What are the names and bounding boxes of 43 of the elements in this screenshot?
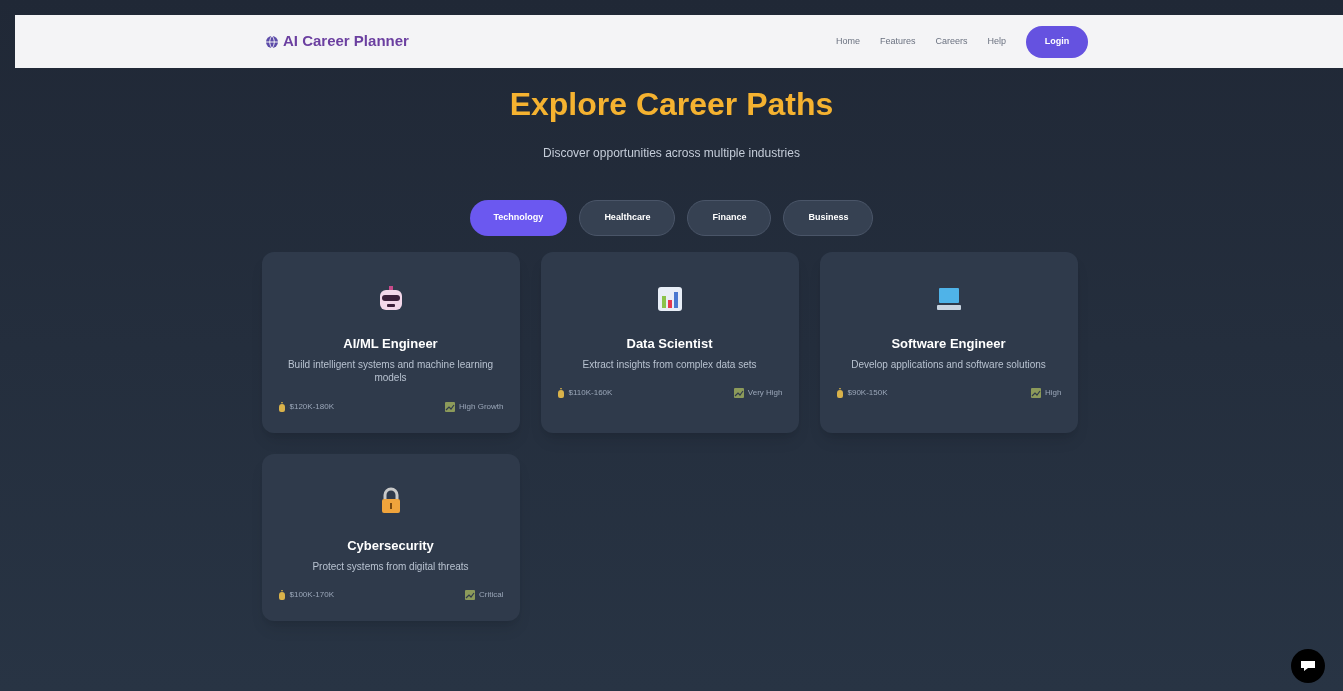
career-description: Extract insights from complex data sets bbox=[582, 357, 757, 372]
career-card[interactable]: Software Engineer Develop applications and software solutions $90K-150K High bbox=[819, 252, 1078, 433]
money-bag-icon bbox=[835, 388, 844, 399]
trend-chart-icon bbox=[445, 402, 456, 412]
career-card[interactable]: Cybersecurity Protect systems from digital threats $100K-170K Critical bbox=[261, 454, 520, 622]
nav-link[interactable]: Careers bbox=[935, 34, 968, 49]
category-tab[interactable]: Business bbox=[783, 200, 874, 236]
career-card[interactable]: Data Scientist Extract insights from complex data sets $110K-160K Very High bbox=[540, 252, 799, 433]
growth-label: High Growth bbox=[459, 401, 504, 413]
trend-chart-icon bbox=[465, 590, 476, 601]
category-tab[interactable]: Finance bbox=[687, 200, 772, 236]
nav-link[interactable]: Help bbox=[987, 34, 1006, 49]
salary-range: $120K-180K bbox=[289, 401, 334, 413]
salary-range: $90K-150K bbox=[847, 387, 888, 400]
money-bag-icon bbox=[277, 402, 286, 412]
career-title: Software Engineer bbox=[891, 335, 1006, 353]
money-bag-icon bbox=[556, 388, 565, 399]
career-card[interactable]: AI/ML Engineer Build intelligent systems and machine learning models $120K-180K High Growth bbox=[261, 252, 520, 433]
salary-range: $110K-160K bbox=[568, 387, 613, 400]
login-button[interactable]: Login bbox=[1026, 25, 1088, 58]
career-title: AI/ML Engineer bbox=[343, 335, 438, 353]
globe-icon bbox=[265, 34, 279, 49]
career-description: Protect systems from digital threats bbox=[312, 559, 469, 574]
salary-range: $100K-170K bbox=[289, 589, 334, 602]
career-title: Cybersecurity bbox=[347, 537, 434, 555]
trend-chart-icon bbox=[733, 388, 744, 399]
nav-link[interactable]: Home bbox=[835, 34, 860, 49]
page-heading: Explore Career Paths bbox=[509, 85, 834, 124]
nav-link[interactable]: Features bbox=[879, 34, 916, 49]
career-description: Build intelligent systems and machine learning models bbox=[286, 357, 495, 385]
page-subtitle: Discover opportunities across multiple industries bbox=[543, 145, 800, 162]
trend-chart-icon bbox=[1031, 388, 1042, 399]
growth-label: Critical bbox=[479, 589, 504, 602]
category-tab[interactable]: Technology bbox=[469, 200, 568, 236]
chat-button[interactable] bbox=[1291, 649, 1325, 683]
category-tab[interactable]: Healthcare bbox=[579, 200, 676, 236]
money-bag-icon bbox=[277, 590, 286, 601]
brand-name[interactable]: AI Career Planner bbox=[283, 30, 409, 53]
growth-label: High bbox=[1045, 387, 1062, 400]
chat-icon bbox=[1300, 660, 1316, 672]
career-title: Data Scientist bbox=[626, 335, 713, 353]
growth-label: Very High bbox=[747, 387, 783, 400]
career-description: Develop applications and software solutions bbox=[851, 357, 1046, 372]
